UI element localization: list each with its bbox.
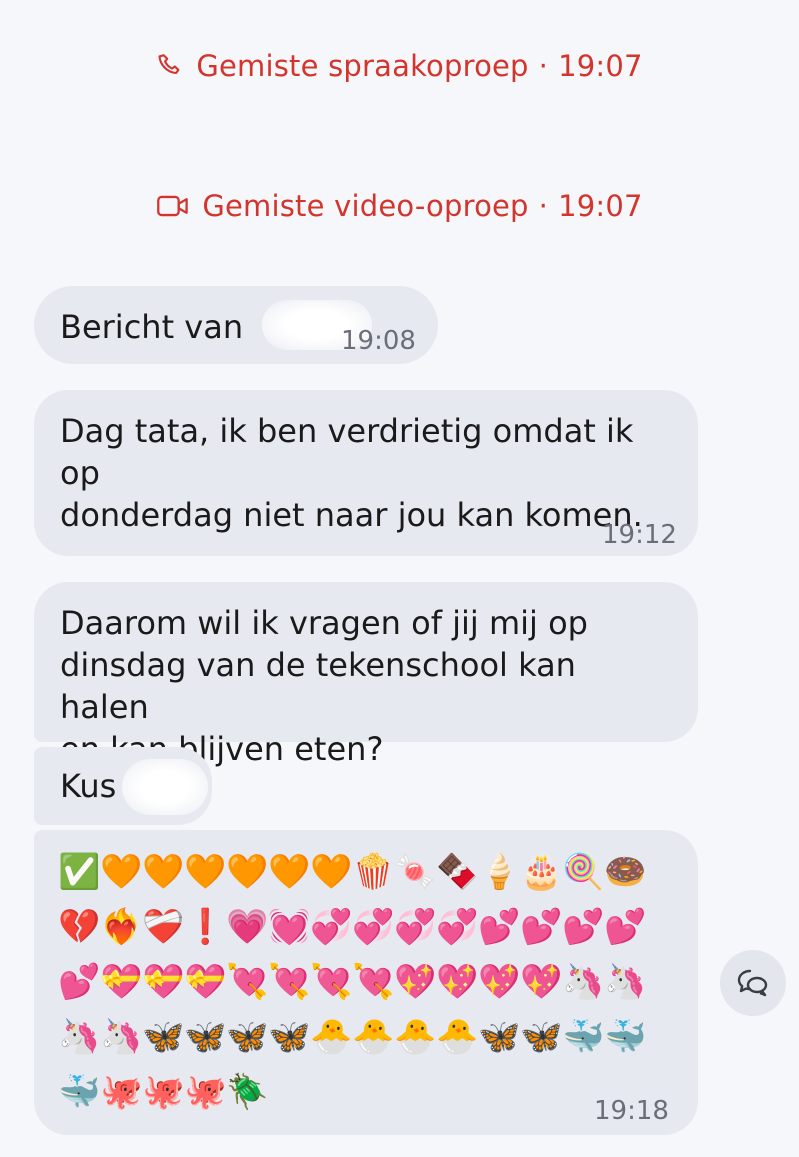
emoji: 🍫: [436, 851, 479, 892]
emoji-row: 💔 ❤️‍🔥 ❤️‍🩹 ❗ 💗 💓 💞 💞 💞 💞 💕 💕 💕 💕: [58, 899, 658, 954]
emoji: 🍭: [562, 851, 605, 892]
emoji: 💖: [520, 961, 563, 1002]
emoji: ❤️‍🔥: [100, 906, 143, 947]
emoji: 🦋: [478, 1016, 521, 1057]
emoji: 🐳: [58, 1071, 101, 1112]
emoji: 🧡: [310, 851, 353, 892]
emoji: 💘: [268, 961, 311, 1002]
emoji: 🧡: [268, 851, 311, 892]
emoji: 💓: [268, 906, 311, 947]
emoji: 💞: [352, 906, 395, 947]
emoji: 🦋: [226, 1016, 269, 1057]
emoji-grid: ✅ 🧡 🧡 🧡 🧡 🧡 🧡 🍿 🍬 🍫 🍦 🎂 🍭 🍩 💔 ❤️‍🔥 ❤️‍🩹 ❗ 💗 💓 💞 💞 💞 💞 💕 💕 💕 💕 💕 💝 💝 💝 💘 💘…: [58, 844, 658, 1119]
message-bubble[interactable]: Kus: [34, 747, 212, 825]
emoji: 🎂: [520, 851, 563, 892]
emoji: 💘: [352, 961, 395, 1002]
emoji: 💖: [478, 961, 521, 1002]
emoji: 💘: [226, 961, 269, 1002]
separator: ·: [538, 49, 549, 83]
emoji: 🐳: [562, 1016, 605, 1057]
emoji: 🦄: [58, 1016, 101, 1057]
emoji: 🦋: [184, 1016, 227, 1057]
message-time: 19:18: [594, 1096, 669, 1126]
redacted-name: [122, 759, 208, 815]
emoji: 💕: [604, 906, 647, 947]
separator: ·: [538, 189, 549, 223]
emoji: 🐣: [310, 1016, 353, 1057]
emoji: 🦄: [604, 961, 647, 1002]
emoji: 🧡: [100, 851, 143, 892]
emoji: 💝: [100, 961, 143, 1002]
emoji: 🪲: [226, 1071, 269, 1112]
emoji: ❤️‍🩹: [142, 906, 185, 947]
emoji-message-bubble[interactable]: ✅ 🧡 🧡 🧡 🧡 🧡 🧡 🍿 🍬 🍫 🍦 🎂 🍭 🍩 💔 ❤️‍🔥 ❤️‍🩹 ❗ 💗 💓 💞 💞 💞 💞 💕 💕 💕 💕 💕 💝 💝 💝 💘 💘…: [34, 830, 698, 1135]
emoji: 🍩: [604, 851, 647, 892]
emoji: 💕: [562, 906, 605, 947]
call-time: 19:07: [558, 49, 643, 83]
emoji: 🐙: [142, 1071, 185, 1112]
emoji: 🧡: [142, 851, 185, 892]
emoji: 💖: [436, 961, 479, 1002]
emoji: 🍿: [352, 851, 395, 892]
phone-icon: [158, 54, 180, 75]
emoji: 💞: [394, 906, 437, 947]
emoji: ✅: [58, 851, 101, 892]
emoji: 💝: [142, 961, 185, 1002]
call-label: Gemiste spraakoproep: [196, 49, 529, 83]
emoji: 🧡: [226, 851, 269, 892]
emoji: 💝: [184, 961, 227, 1002]
emoji: 🍬: [394, 851, 437, 892]
emoji: 💖: [394, 961, 437, 1002]
emoji: 🐣: [352, 1016, 395, 1057]
emoji: 💕: [58, 961, 101, 1002]
missed-voice-call[interactable]: Gemiste spraakoproep · 19:07: [0, 44, 799, 88]
emoji: 💔: [58, 906, 101, 947]
missed-video-call[interactable]: Gemiste video-oproep · 19:07: [0, 184, 799, 228]
emoji: 🐣: [394, 1016, 437, 1057]
emoji: 💗: [226, 906, 269, 947]
emoji-row: 🦄 🦄 🦋 🦋 🦋 🦋 🐣 🐣 🐣 🐣 🦋 🦋 🐳 🐳: [58, 1009, 658, 1064]
emoji: 🦄: [562, 961, 605, 1002]
emoji: ❗: [184, 906, 227, 947]
message-time: 19:08: [341, 326, 416, 356]
emoji-row: 💕 💝 💝 💝 💘 💘 💘 💘 💖 💖 💖 💖 🦄 🦄: [58, 954, 658, 1009]
message-text: Dag tata, ik ben verdrietig omdat ik op …: [60, 412, 643, 534]
emoji: 🧡: [184, 851, 227, 892]
emoji: 🍦: [478, 851, 521, 892]
emoji: 🦋: [142, 1016, 185, 1057]
reply-button[interactable]: [720, 950, 786, 1016]
video-camera-icon: [157, 195, 189, 217]
emoji: 🐳: [604, 1016, 647, 1057]
reply-bubble-icon: [737, 969, 768, 997]
message-bubble[interactable]: Daarom wil ik vragen of jij mij op dinsd…: [34, 582, 698, 768]
emoji: 💕: [478, 906, 521, 947]
message-time: 19:12: [602, 520, 677, 550]
message-bubble[interactable]: Bericht van 19:08: [34, 286, 438, 364]
call-label: Gemiste video-oproep: [202, 189, 529, 223]
message-bubble[interactable]: Dag tata, ik ben verdrietig omdat ik op …: [34, 390, 698, 556]
call-time: 19:07: [558, 189, 643, 223]
emoji: 🐣: [436, 1016, 479, 1057]
emoji: 🦄: [100, 1016, 143, 1057]
emoji: 🦋: [520, 1016, 563, 1057]
emoji: 💞: [310, 906, 353, 947]
emoji: 💕: [520, 906, 563, 947]
emoji-row: ✅ 🧡 🧡 🧡 🧡 🧡 🧡 🍿 🍬 🍫 🍦 🎂 🍭 🍩: [58, 844, 658, 899]
emoji: 🐙: [100, 1071, 143, 1112]
emoji-row: 🐳 🐙 🐙 🐙 🪲: [58, 1064, 658, 1119]
emoji: 💞: [436, 906, 479, 947]
emoji: 🦋: [268, 1016, 311, 1057]
emoji: 🐙: [184, 1071, 227, 1112]
emoji: 💘: [310, 961, 353, 1002]
message-text: Daarom wil ik vragen of jij mij op dinsd…: [60, 604, 588, 768]
